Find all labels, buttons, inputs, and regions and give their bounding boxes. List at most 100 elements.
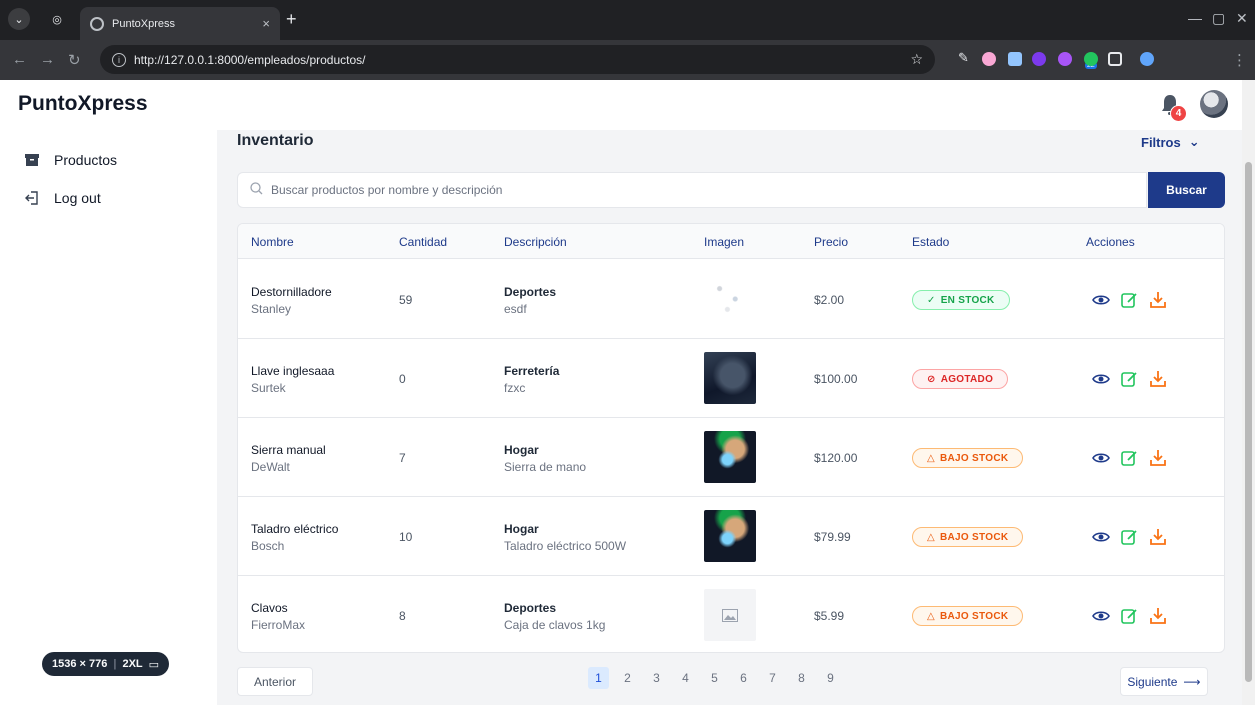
check-icon: ✓: [927, 294, 936, 306]
extensions-icon[interactable]: [1108, 52, 1122, 66]
eye-icon[interactable]: [1091, 290, 1111, 310]
table-row: Taladro eléctrico Bosch 10 Hogar Taladro…: [238, 497, 1224, 576]
new-tab-button[interactable]: +: [286, 10, 297, 28]
edit-icon[interactable]: [1119, 606, 1139, 626]
eye-icon[interactable]: [1091, 369, 1111, 389]
table-row: Sierra manual DeWalt 7 Hogar Sierra de m…: [238, 418, 1224, 497]
search-icon: [250, 182, 263, 198]
product-price: $2.00: [814, 293, 845, 307]
tab-close-icon[interactable]: ×: [262, 16, 270, 31]
product-image[interactable]: [704, 352, 756, 404]
chrome-profile-icon[interactable]: ◎: [46, 8, 68, 30]
reload-icon[interactable]: ↻: [68, 51, 81, 69]
site-info-icon[interactable]: i: [112, 52, 126, 67]
product-quantity: 8: [399, 609, 406, 623]
extension-icon[interactable]: [982, 52, 996, 66]
product-image[interactable]: [704, 273, 756, 325]
user-avatar[interactable]: [1200, 90, 1228, 118]
web-page: PuntoXpress 4 Productos Log out 1536 × 7…: [0, 80, 1242, 705]
product-description-cell: Hogar Sierra de mano: [504, 443, 586, 474]
product-name-cell: Taladro eléctrico Bosch: [251, 522, 338, 553]
product-category: Hogar: [504, 443, 539, 457]
edit-icon[interactable]: [1119, 290, 1139, 310]
viewport-size: 1536 × 776: [52, 658, 108, 670]
image-placeholder[interactable]: [704, 589, 756, 641]
product-description: Caja de clavos 1kg: [504, 618, 606, 632]
product-quantity: 0: [399, 372, 406, 386]
extension-icon[interactable]: [1032, 52, 1046, 66]
eye-icon[interactable]: [1091, 527, 1111, 547]
eye-icon[interactable]: [1091, 448, 1111, 468]
page-number[interactable]: 2: [617, 667, 638, 689]
page-number[interactable]: 5: [704, 667, 725, 689]
search-input[interactable]: Buscar productos por nombre y descripció…: [237, 172, 1147, 208]
product-name-cell: Clavos FierroMax: [251, 601, 305, 632]
sidebar-item-logout[interactable]: Log out: [24, 190, 101, 206]
download-icon[interactable]: [1148, 448, 1168, 468]
page-number[interactable]: 7: [762, 667, 783, 689]
forward-icon[interactable]: →: [40, 51, 55, 68]
filters-toggle[interactable]: Filtros ⌄: [1141, 134, 1200, 150]
restore-icon[interactable]: ▢: [1212, 10, 1225, 27]
edit-icon[interactable]: [1119, 527, 1139, 547]
product-name: Destornilladore: [251, 285, 332, 299]
page-number[interactable]: 3: [646, 667, 667, 689]
search-placeholder: Buscar productos por nombre y descripció…: [271, 183, 503, 197]
column-header-cantidad: Cantidad: [399, 235, 448, 249]
product-image[interactable]: [704, 510, 756, 562]
chevron-down-icon: ⌄: [1188, 134, 1200, 149]
products-table: Nombre Cantidad Descripción Imagen Preci…: [237, 223, 1225, 653]
search-button[interactable]: Buscar: [1148, 172, 1225, 208]
download-icon[interactable]: [1148, 606, 1168, 626]
warning-icon: △: [927, 531, 935, 543]
minimize-icon[interactable]: —: [1188, 10, 1202, 26]
puzzle-extension-icon[interactable]: [1058, 52, 1072, 66]
eye-icon[interactable]: [1091, 606, 1111, 626]
sidebar-item-label: Log out: [54, 190, 101, 206]
column-header-nombre: Nombre: [251, 235, 294, 249]
edit-icon[interactable]: [1119, 448, 1139, 468]
page-number[interactable]: 8: [791, 667, 812, 689]
bookmark-star-icon[interactable]: ☆: [910, 51, 923, 68]
download-icon[interactable]: [1148, 369, 1168, 389]
next-page-button[interactable]: Siguiente ⟶: [1120, 667, 1208, 696]
tab-search-icon[interactable]: ⌄: [8, 8, 30, 30]
page-number[interactable]: 6: [733, 667, 754, 689]
product-description: Sierra de mano: [504, 460, 587, 474]
product-description-cell: Hogar Taladro eléctrico 500W: [504, 522, 626, 553]
download-icon[interactable]: [1148, 290, 1168, 310]
page-number[interactable]: 1: [588, 667, 609, 689]
previous-page-button[interactable]: Anterior: [237, 667, 313, 696]
scrollbar-thumb[interactable]: [1245, 162, 1252, 682]
page-scrollbar[interactable]: [1242, 80, 1255, 705]
back-icon[interactable]: ←: [12, 51, 27, 68]
edit-icon[interactable]: [1119, 369, 1139, 389]
browser-tab[interactable]: PuntoXpress ×: [80, 7, 280, 40]
profile-avatar-icon[interactable]: [1140, 52, 1154, 66]
globe-icon: [90, 16, 104, 31]
product-description: fzxc: [504, 381, 526, 395]
status-label: BAJO STOCK: [940, 531, 1009, 543]
download-icon[interactable]: [1148, 527, 1168, 547]
product-brand: Surtek: [251, 381, 286, 395]
product-image[interactable]: [704, 431, 756, 483]
page-number[interactable]: 9: [820, 667, 841, 689]
table-row: Llave inglesaaa Surtek 0 Ferretería fzxc…: [238, 339, 1224, 418]
menu-kebab-icon[interactable]: ⋮: [1232, 51, 1247, 69]
table-row: Clavos FierroMax 8 Deportes Caja de clav…: [238, 576, 1224, 652]
document-extension-icon[interactable]: [1008, 52, 1022, 66]
product-price: $5.99: [814, 609, 845, 623]
product-description-cell: Ferretería fzxc: [504, 364, 559, 395]
pen-extension-icon[interactable]: ✎: [958, 50, 972, 65]
product-name-cell: Sierra manual DeWalt: [251, 443, 326, 474]
product-description: Taladro eléctrico 500W: [504, 539, 627, 553]
app-brand[interactable]: PuntoXpress: [18, 92, 148, 116]
product-name: Llave inglesaaa: [251, 364, 335, 378]
status-extension-icon[interactable]: [1084, 52, 1098, 66]
page-number[interactable]: 4: [675, 667, 696, 689]
sidebar-item-productos[interactable]: Productos: [24, 152, 117, 168]
close-window-icon[interactable]: ✕: [1236, 10, 1248, 27]
url-field[interactable]: i http://127.0.0.1:8000/empleados/produc…: [100, 45, 935, 74]
product-quantity: 7: [399, 451, 406, 465]
product-description-cell: Deportes esdf: [504, 285, 556, 316]
